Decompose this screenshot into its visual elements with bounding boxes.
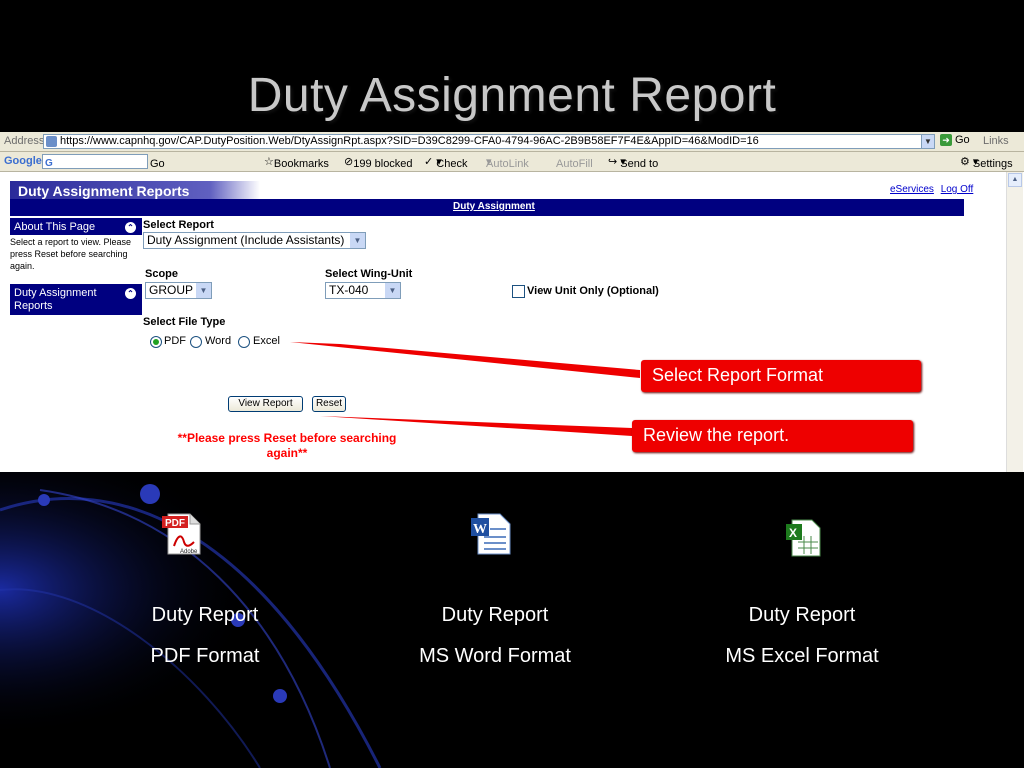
radio-word[interactable]: [190, 336, 202, 348]
svg-text:PDF: PDF: [165, 518, 185, 529]
bookmarks-menu[interactable]: ☆ Bookmarks: [264, 155, 329, 170]
settings-button[interactable]: ⚙ Settings ▾: [960, 155, 1013, 170]
address-dropdown-icon[interactable]: ▼: [921, 134, 935, 149]
wing-unit-label: Select Wing-Unit: [325, 268, 413, 280]
collapse-icon[interactable]: ⌃: [125, 222, 136, 233]
pdf-file-icon: PDF Adobe: [162, 513, 201, 555]
scrollbar[interactable]: ▲: [1006, 172, 1023, 472]
scope-label: Scope: [145, 268, 179, 280]
page-header-title: Duty Assignment Reports: [10, 181, 260, 201]
select-report-label: Select Report: [143, 219, 214, 231]
radio-word-label: Word: [205, 335, 232, 347]
address-label: Address: [4, 135, 45, 147]
svg-text:X: X: [789, 526, 797, 540]
callout-select-format: Select Report Format: [641, 360, 921, 392]
address-bar: Address https://www.capnhq.gov/CAP.DutyP…: [0, 132, 1024, 152]
reset-warning: **Please press Reset before searching ag…: [177, 431, 397, 460]
view-unit-checkbox[interactable]: [512, 285, 525, 298]
google-logo: Google: [4, 155, 42, 167]
page-icon: [46, 136, 57, 147]
logoff-link[interactable]: Log Off: [941, 184, 974, 195]
word-caption-format: MS Word Format: [419, 645, 571, 667]
reset-button[interactable]: Reset: [312, 396, 346, 412]
radio-pdf-label: PDF: [164, 335, 186, 347]
file-type-label: Select File Type: [143, 316, 226, 328]
sidebar-about[interactable]: About This Page ⌃: [10, 218, 142, 235]
pdf-caption-title: Duty Report: [151, 604, 259, 626]
excel-file-icon: X: [786, 519, 821, 557]
radio-excel[interactable]: [238, 336, 250, 348]
slide-title: Duty Assignment Report: [247, 69, 777, 122]
sidebar-about-title: About This Page: [14, 221, 96, 233]
google-g-icon: G: [45, 158, 53, 169]
wing-unit-select[interactable]: TX-040 ▼: [325, 282, 401, 299]
scroll-up-icon[interactable]: ▲: [1008, 173, 1022, 187]
eservices-link[interactable]: eServices: [890, 184, 934, 195]
duty-assignment-link[interactable]: Duty Assignment: [453, 201, 535, 212]
chevron-down-icon: ▼: [385, 283, 400, 298]
radio-excel-label: Excel: [253, 335, 280, 347]
callout-review-report: Review the report.: [632, 420, 913, 452]
chevron-down-icon: ▼: [350, 233, 365, 248]
autolink-button[interactable]: AutoLink ▾: [486, 155, 529, 170]
send-to-button[interactable]: ↪ Send to ▾: [608, 155, 658, 170]
header-links: eServices Log Off: [886, 184, 973, 195]
blocked-popups[interactable]: ⊘ 199 blocked: [344, 155, 413, 170]
go-button[interactable]: ➜ Go: [940, 134, 970, 146]
nav-bar: Duty Assignment: [10, 199, 964, 216]
go-label: Go: [955, 134, 970, 146]
excel-caption-format: MS Excel Format: [725, 645, 879, 667]
view-report-button[interactable]: View Report: [228, 396, 303, 412]
sidebar-reports-title: Duty Assignment Reports: [14, 287, 97, 312]
word-file-icon: W: [471, 513, 511, 555]
links-button[interactable]: Links: [983, 135, 1009, 147]
svg-text:W: W: [473, 522, 487, 537]
scope-select[interactable]: GROUP ▼: [145, 282, 212, 299]
word-caption-title: Duty Report: [441, 604, 549, 626]
svg-text:Adobe: Adobe: [180, 549, 198, 555]
google-search-input[interactable]: G: [42, 154, 148, 169]
chevron-down-icon: ▼: [196, 283, 211, 298]
spellcheck-button[interactable]: ✓ Check ▾: [424, 155, 467, 170]
go-arrow-icon: ➜: [940, 134, 952, 146]
radio-pdf[interactable]: [150, 336, 162, 348]
url-field[interactable]: https://www.capnhq.gov/CAP.DutyPosition.…: [43, 134, 935, 149]
sidebar-reports[interactable]: Duty Assignment Reports ⌃: [10, 284, 142, 315]
report-select[interactable]: Duty Assignment (Include Assistants) ▼: [143, 232, 366, 249]
sidebar-about-text: Select a report to view. Please press Re…: [10, 237, 132, 271]
pdf-caption-format: PDF Format: [150, 645, 260, 667]
collapse-icon[interactable]: ⌃: [125, 288, 136, 299]
google-toolbar: Google G Go ☆ Bookmarks ⊘ 199 blocked ✓ …: [0, 152, 1024, 172]
url-text: https://www.capnhq.gov/CAP.DutyPosition.…: [60, 135, 759, 147]
view-unit-label: View Unit Only (Optional): [527, 285, 659, 297]
excel-caption-title: Duty Report: [748, 604, 856, 626]
